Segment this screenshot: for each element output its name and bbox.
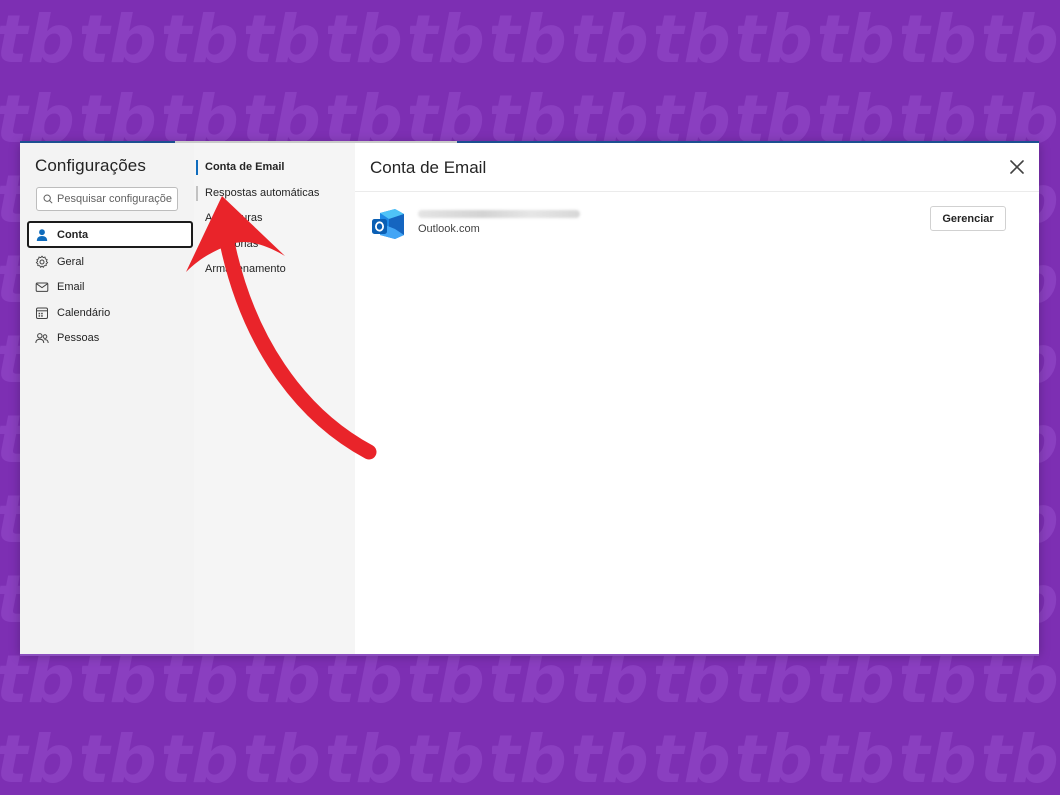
close-icon: [1010, 160, 1024, 174]
subnav-item-armazenamento[interactable]: Armazenamento: [196, 263, 319, 276]
mail-icon: [35, 280, 49, 294]
search-icon: [43, 194, 53, 204]
nav-item-conta[interactable]: Conta: [27, 221, 193, 248]
subnav-item-label: Categorias: [205, 237, 259, 250]
subnav-list: Conta de Email Respostas automáticas Ass…: [196, 160, 320, 289]
nav-item-label: Conta: [57, 228, 89, 241]
nav-item-label: Calendário: [57, 306, 111, 319]
settings-window: Configurações Conta: [20, 141, 1039, 654]
nav-item-calendario[interactable]: Calendário: [27, 301, 193, 325]
window-bottom-edge: [20, 654, 1039, 656]
header-divider: [355, 191, 1039, 192]
nav-item-pessoas[interactable]: Pessoas: [27, 326, 193, 350]
nav-item-label: Pessoas: [57, 332, 100, 345]
settings-search-input[interactable]: [53, 193, 175, 205]
subnav-item-label: Assinaturas: [205, 212, 263, 225]
gear-icon: [35, 255, 49, 269]
settings-nav-list: Conta Geral Email Calendário Pessoas: [27, 221, 193, 352]
calendar-icon: [35, 306, 49, 320]
nav-item-label: Geral: [57, 255, 84, 268]
manage-button[interactable]: Gerenciar: [930, 206, 1006, 231]
account-email-blurred: [418, 206, 580, 220]
email-account-row: Outlook.com Gerenciar: [371, 206, 1006, 246]
person-icon: [35, 228, 49, 242]
main-content-pane: Conta de Email Outlook.com Gerenciar: [355, 143, 1039, 654]
active-indicator: [196, 160, 198, 175]
hover-indicator: [196, 185, 198, 201]
subnav-item-label: Respostas automáticas: [205, 186, 320, 199]
nav-item-geral[interactable]: Geral: [27, 250, 193, 274]
nav-item-label: Email: [57, 281, 85, 294]
subnav-item-respostas-automaticas[interactable]: Respostas automáticas: [196, 185, 320, 201]
subnav-item-conta-de-email[interactable]: Conta de Email: [196, 160, 319, 175]
settings-title: Configurações: [35, 156, 146, 175]
subnav-item-label: Armazenamento: [205, 263, 286, 276]
subnav-item-label: Conta de Email: [205, 161, 285, 173]
subnav-item-categorias[interactable]: Categorias: [196, 238, 319, 251]
main-title: Conta de Email: [370, 158, 487, 177]
people-icon: [35, 331, 49, 345]
outlook-icon: [371, 209, 405, 241]
nav-item-email[interactable]: Email: [27, 275, 193, 299]
close-button[interactable]: [1007, 157, 1027, 177]
settings-nav-pane: Configurações Conta: [20, 143, 194, 654]
settings-search-box[interactable]: [36, 187, 178, 211]
subnav-item-assinaturas[interactable]: Assinaturas: [196, 212, 319, 225]
account-type: Outlook.com: [418, 223, 480, 235]
